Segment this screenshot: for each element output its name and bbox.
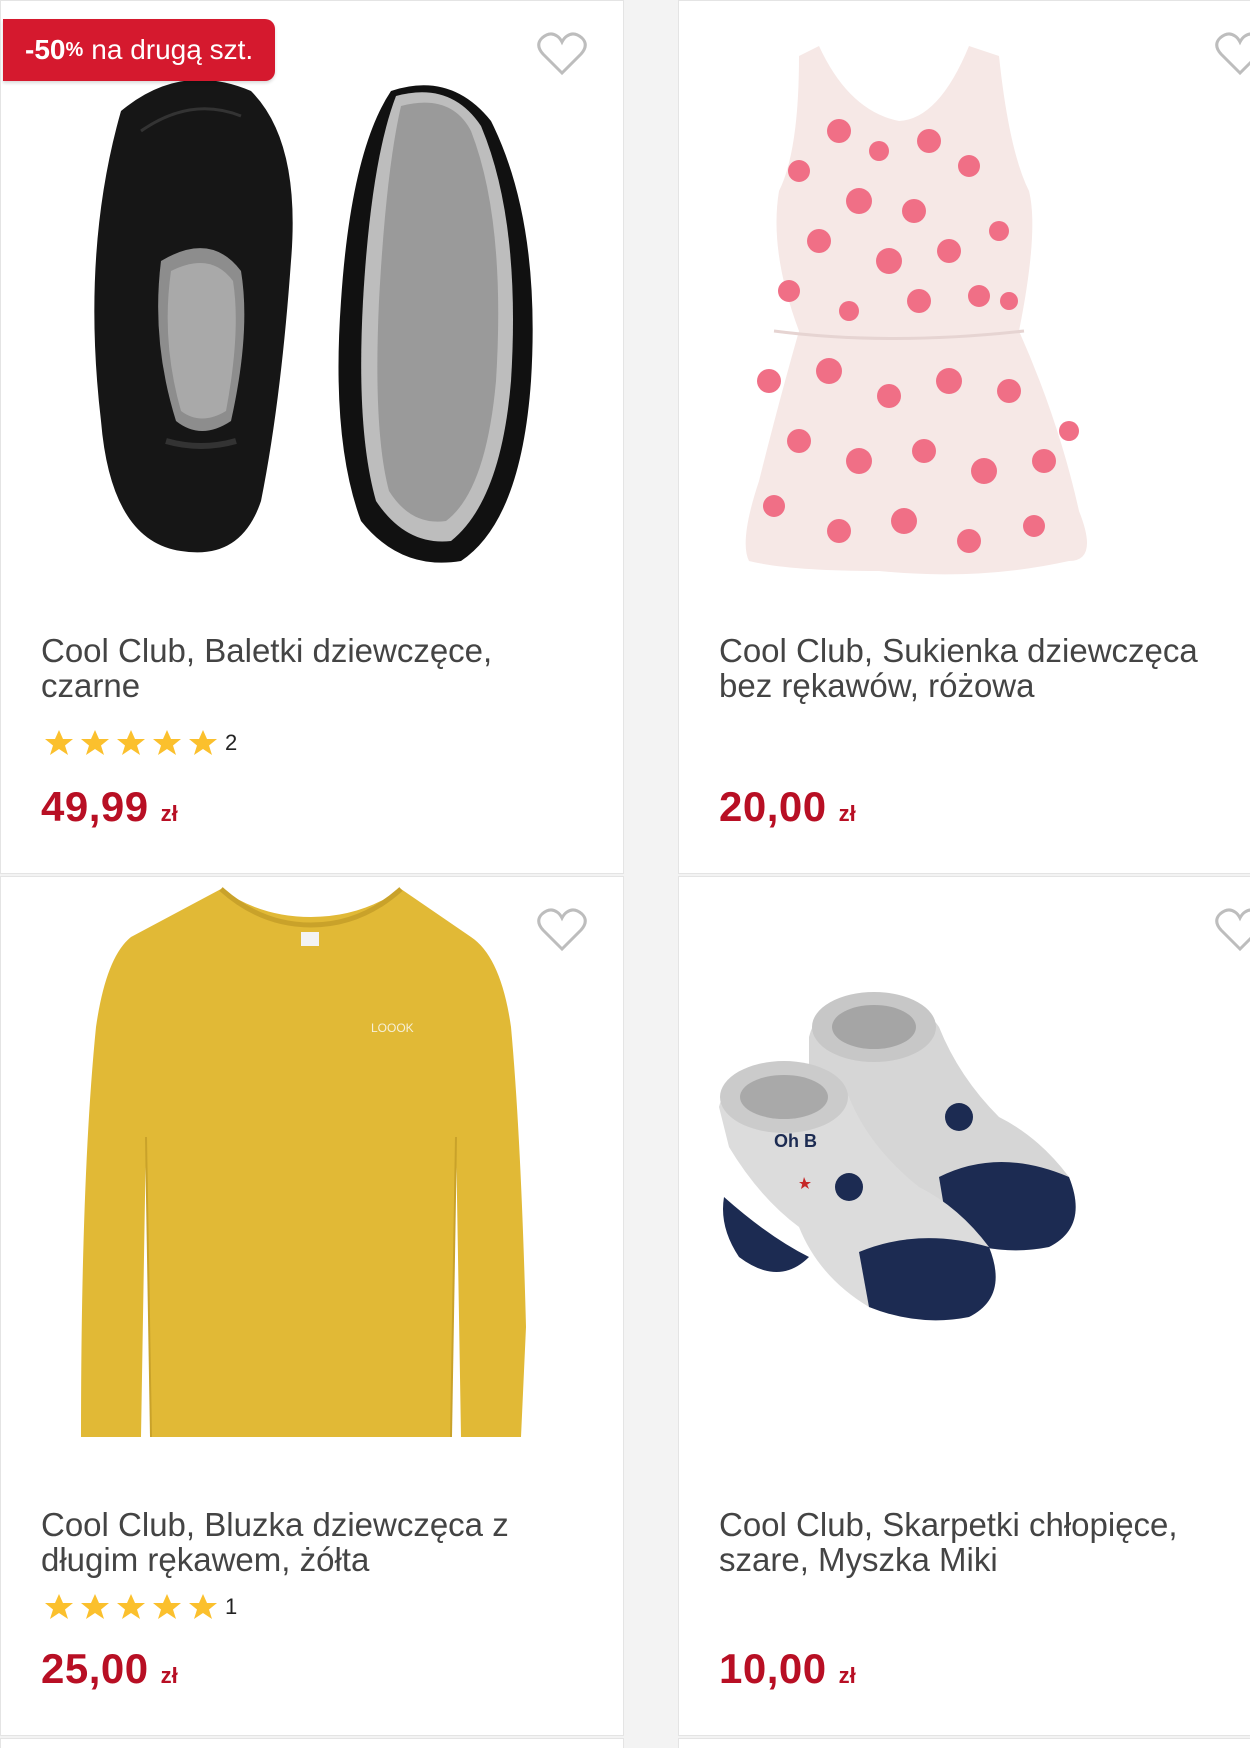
product-card[interactable]: -50% na drugą szt. Cool Club, Baletki dzi… — [0, 0, 624, 874]
product-card[interactable]: LOOOK Cool Club, Bluzka dziewczęca z dłu… — [0, 876, 624, 1736]
badge-percent: % — [65, 38, 84, 61]
star-icon — [81, 1594, 109, 1619]
price: 10,00 zł — [719, 1645, 856, 1693]
rating: 2 — [41, 727, 237, 759]
badge-text: na drugą szt. — [91, 34, 254, 65]
star-icon — [117, 1594, 145, 1619]
heart-icon[interactable] — [1215, 31, 1250, 77]
price: 49,99 zł — [41, 783, 178, 831]
star-icon — [189, 1594, 217, 1619]
price-amount: 49,99 — [41, 783, 149, 830]
product-card-partial[interactable] — [0, 1738, 624, 1748]
polka-dot-dress-image — [745, 46, 1087, 575]
price-amount: 20,00 — [719, 783, 827, 830]
star-icon — [117, 730, 145, 755]
star-icon — [153, 730, 181, 755]
price-currency: zł — [160, 1663, 178, 1688]
price-currency: zł — [838, 801, 856, 826]
star-icon — [153, 1594, 181, 1619]
price: 20,00 zł — [719, 783, 856, 831]
rating-stars — [41, 727, 221, 759]
yellow-blouse-image: LOOOK — [81, 887, 526, 1438]
product-image[interactable] — [679, 1, 1250, 601]
price-currency: zł — [838, 1663, 856, 1688]
product-card[interactable]: Cool Club, Sukienka dziewczęca bez rękaw… — [678, 0, 1250, 874]
product-image[interactable]: LOOOK — [1, 877, 623, 1477]
badge-discount: -50 — [25, 34, 66, 65]
price-amount: 10,00 — [719, 1645, 827, 1692]
svg-text:Oh B: Oh B — [774, 1131, 817, 1151]
rating: 1 — [41, 1591, 237, 1623]
heart-icon[interactable] — [1215, 907, 1250, 953]
product-card[interactable]: Oh B Cool Club, Skarpetki chłopięce, sza… — [678, 876, 1250, 1736]
star-icon — [45, 1594, 73, 1619]
baby-socks-image: Oh B — [719, 992, 1076, 1321]
product-grid: -50% na drugą szt. Cool Club, Baletki dzi… — [0, 0, 1250, 1748]
product-image[interactable] — [1, 1, 623, 601]
rating-count: 2 — [225, 730, 238, 755]
promo-badge: -50% na drugą szt. — [3, 19, 276, 81]
product-title[interactable]: Cool Club, Bluzka dziewczęca z długim rę… — [41, 1507, 561, 1577]
price-amount: 25,00 — [41, 1645, 149, 1692]
star-icon — [189, 730, 217, 755]
star-icon — [45, 730, 73, 755]
product-title[interactable]: Cool Club, Skarpetki chłopięce, szare, M… — [719, 1507, 1250, 1577]
price-currency: zł — [160, 801, 178, 826]
rating-count: 1 — [225, 1594, 238, 1619]
heart-icon[interactable] — [537, 31, 587, 77]
product-title[interactable]: Cool Club, Sukienka dziewczęca bez rękaw… — [719, 633, 1250, 703]
ballet-flats-image — [94, 79, 533, 563]
product-image[interactable]: Oh B — [679, 877, 1250, 1477]
price: 25,00 zł — [41, 1645, 178, 1693]
rating-stars — [41, 1591, 221, 1623]
product-title[interactable]: Cool Club, Baletki dziewczęce, czarne — [41, 633, 561, 703]
star-icon — [81, 730, 109, 755]
product-card-partial[interactable] — [678, 1738, 1250, 1748]
heart-icon[interactable] — [537, 907, 587, 953]
svg-text:LOOOK: LOOOK — [371, 1021, 414, 1035]
